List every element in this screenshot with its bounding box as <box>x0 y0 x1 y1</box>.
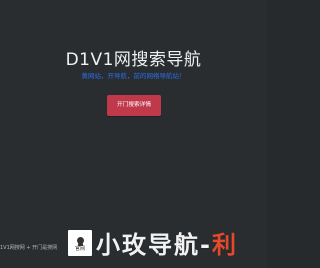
watermark-accent: 利 <box>211 231 238 259</box>
page-subtitle[interactable]: 黄网站，开导航，前的网络导航站！ <box>0 71 267 81</box>
open-search-details-button[interactable]: 开门搜索详情 <box>107 95 161 116</box>
footer-text: 1V1网搜网 + 开门是搜网 <box>0 245 58 251</box>
page-title: D1V1网搜索导航 <box>65 50 202 70</box>
page-container: D1V1网搜索导航 黄网站，开导航，前的网络导航站！ 开门搜索详情 1V1网搜网… <box>0 0 267 268</box>
home-button-label: 官网 <box>74 246 85 252</box>
user-icon <box>76 237 84 246</box>
home-button[interactable]: 官网 <box>68 230 92 256</box>
watermark-main: 小玫导航- <box>96 231 212 259</box>
brand-watermark: 小玫导航-利 <box>96 231 238 259</box>
